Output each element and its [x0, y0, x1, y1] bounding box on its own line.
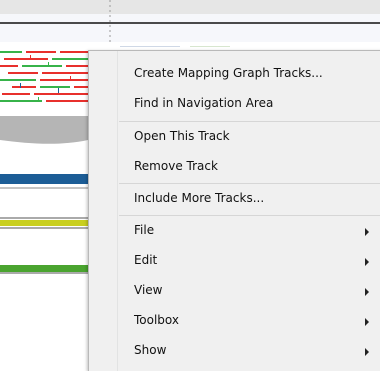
read [74, 86, 88, 88]
read [60, 51, 88, 53]
read [0, 100, 42, 102]
submenu-arrow-icon [365, 258, 369, 266]
track-green-bar [0, 265, 90, 272]
menu-item-find-in-navigation-area[interactable]: Find in Navigation Area [89, 89, 380, 119]
read-tick [38, 97, 39, 102]
coverage-graph [0, 116, 88, 144]
read [4, 58, 48, 60]
menu-item-label: Toolbox [134, 313, 179, 327]
ruler-area [0, 14, 380, 42]
read [0, 51, 22, 53]
menu-item-label: Open This Track [134, 129, 230, 143]
read [190, 46, 230, 47]
menu-item-label: Create Mapping Graph Tracks... [134, 66, 323, 80]
read [12, 86, 36, 88]
read [34, 93, 88, 95]
menu-item-show[interactable]: Show [89, 336, 380, 366]
menu-item-edit[interactable]: Edit [89, 246, 380, 276]
read-tick [30, 55, 31, 60]
menu-item-label: Include More Tracks... [134, 191, 265, 205]
read-tick [48, 62, 49, 67]
read [42, 72, 88, 74]
menu-item-label: Edit [134, 253, 158, 267]
submenu-arrow-icon [365, 228, 369, 236]
menu-item-label: View [134, 283, 163, 297]
menu-item-label: File [134, 223, 155, 237]
menu-item-label: Show [134, 343, 167, 357]
track-yellow-bar [0, 220, 90, 226]
submenu-arrow-icon [365, 318, 369, 326]
context-menu: Create Mapping Graph Tracks... Find in N… [88, 50, 380, 371]
read [22, 65, 62, 67]
menu-item-remove-track[interactable]: Remove Track [89, 152, 380, 182]
read-tick [70, 76, 71, 81]
read [40, 79, 88, 81]
submenu-arrow-icon [365, 288, 369, 296]
menu-item-view[interactable]: View [89, 276, 380, 306]
read-tick [20, 83, 21, 88]
menu-item-toolbox[interactable]: Toolbox [89, 306, 380, 336]
read [0, 65, 18, 67]
read [26, 51, 56, 53]
read [0, 79, 36, 81]
read [2, 93, 30, 95]
menu-item-open-this-track[interactable]: Open This Track [89, 122, 380, 152]
menu-item-file[interactable]: File [89, 216, 380, 246]
read [46, 100, 88, 102]
read [120, 46, 180, 47]
view-header-strip [0, 0, 380, 14]
read-tick [58, 88, 59, 93]
read [66, 65, 88, 67]
menu-item-include-more-tracks[interactable]: Include More Tracks... [89, 184, 380, 214]
menu-item-create-mapping-graph-tracks[interactable]: Create Mapping Graph Tracks... [89, 59, 380, 89]
read [40, 86, 70, 88]
read [8, 72, 38, 74]
track-blue-bar [0, 174, 90, 184]
read [52, 58, 88, 60]
menu-item-label: Find in Navigation Area [134, 96, 274, 110]
submenu-arrow-icon [365, 348, 369, 356]
menu-item-label: Remove Track [134, 159, 218, 173]
